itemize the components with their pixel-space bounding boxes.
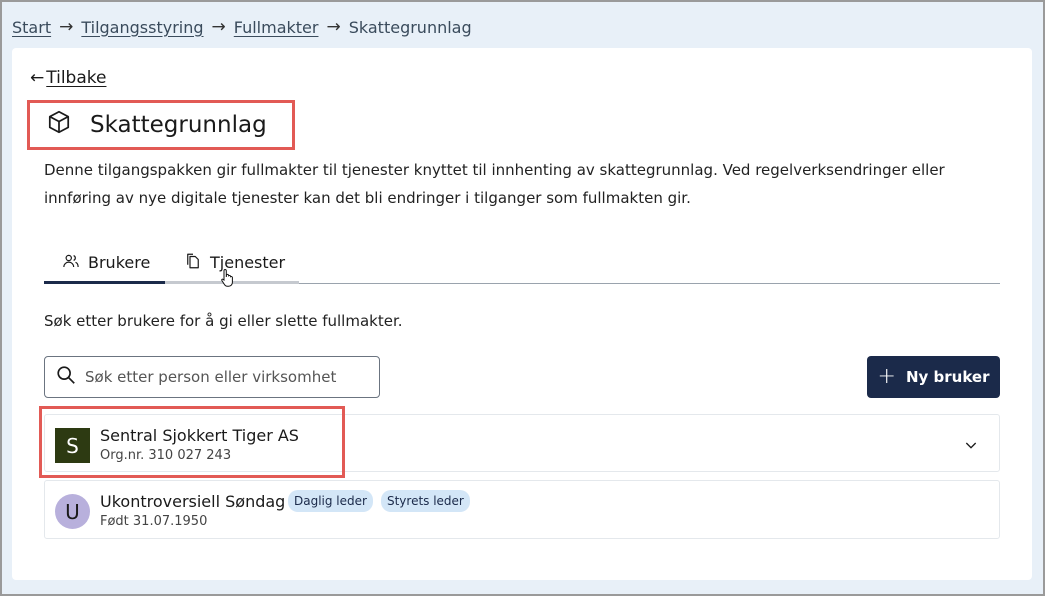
main-card: ← Tilbake Skattegrunnlag Denne tilgangsp… [12,48,1032,580]
copy-icon [184,252,202,274]
role-badges: Daglig leder Styrets leder [288,490,470,512]
breadcrumb-current: Skattegrunnlag [348,17,472,37]
page-title-text: Skattegrunnlag [90,112,267,138]
page-title: Skattegrunnlag [46,109,267,141]
role-badge: Styrets leder [380,490,470,512]
chevron-down-icon[interactable] [963,437,979,457]
tab-brukere-label: Brukere [88,253,151,272]
arrow-right-icon: → [211,17,226,37]
search-hint: Søk etter brukere for å gi eller slette … [44,312,403,330]
users-icon [62,252,80,274]
search-icon [55,364,77,390]
breadcrumb-fullmakter[interactable]: Fullmakter [234,18,319,37]
avatar: U [55,494,90,529]
arrow-right-icon: → [326,17,341,37]
new-user-button[interactable]: + Ny bruker [867,356,1000,398]
breadcrumb: Start → Tilgangsstyring → Fullmakter → S… [12,17,472,37]
user-birth-date: Født 31.07.1950 [100,514,208,529]
tab-brukere[interactable]: Brukere [44,252,165,284]
back-label: Tilbake [46,68,107,88]
back-link[interactable]: ← Tilbake [30,68,106,88]
arrow-right-icon: → [59,17,74,37]
search-box [44,356,380,398]
search-input[interactable] [85,368,365,386]
plus-icon: + [877,364,896,389]
breadcrumb-start[interactable]: Start [12,18,51,37]
package-icon [46,109,72,141]
role-badge: Daglig leder [288,490,373,512]
hand-cursor-icon [220,268,236,292]
user-name: Ukontroversiell Søndag [100,492,286,511]
org-highlight-box [39,406,345,478]
breadcrumb-tilgangsstyring[interactable]: Tilgangsstyring [81,18,203,37]
page-description: Denne tilgangspakken gir fullmakter til … [44,161,945,207]
tab-bar: Brukere Tjenester [44,252,1000,284]
user-row-person[interactable]: U Ukontroversiell Søndag Daglig leder St… [44,480,1000,539]
arrow-left-icon: ← [30,68,45,88]
new-user-label: Ny bruker [905,368,990,386]
